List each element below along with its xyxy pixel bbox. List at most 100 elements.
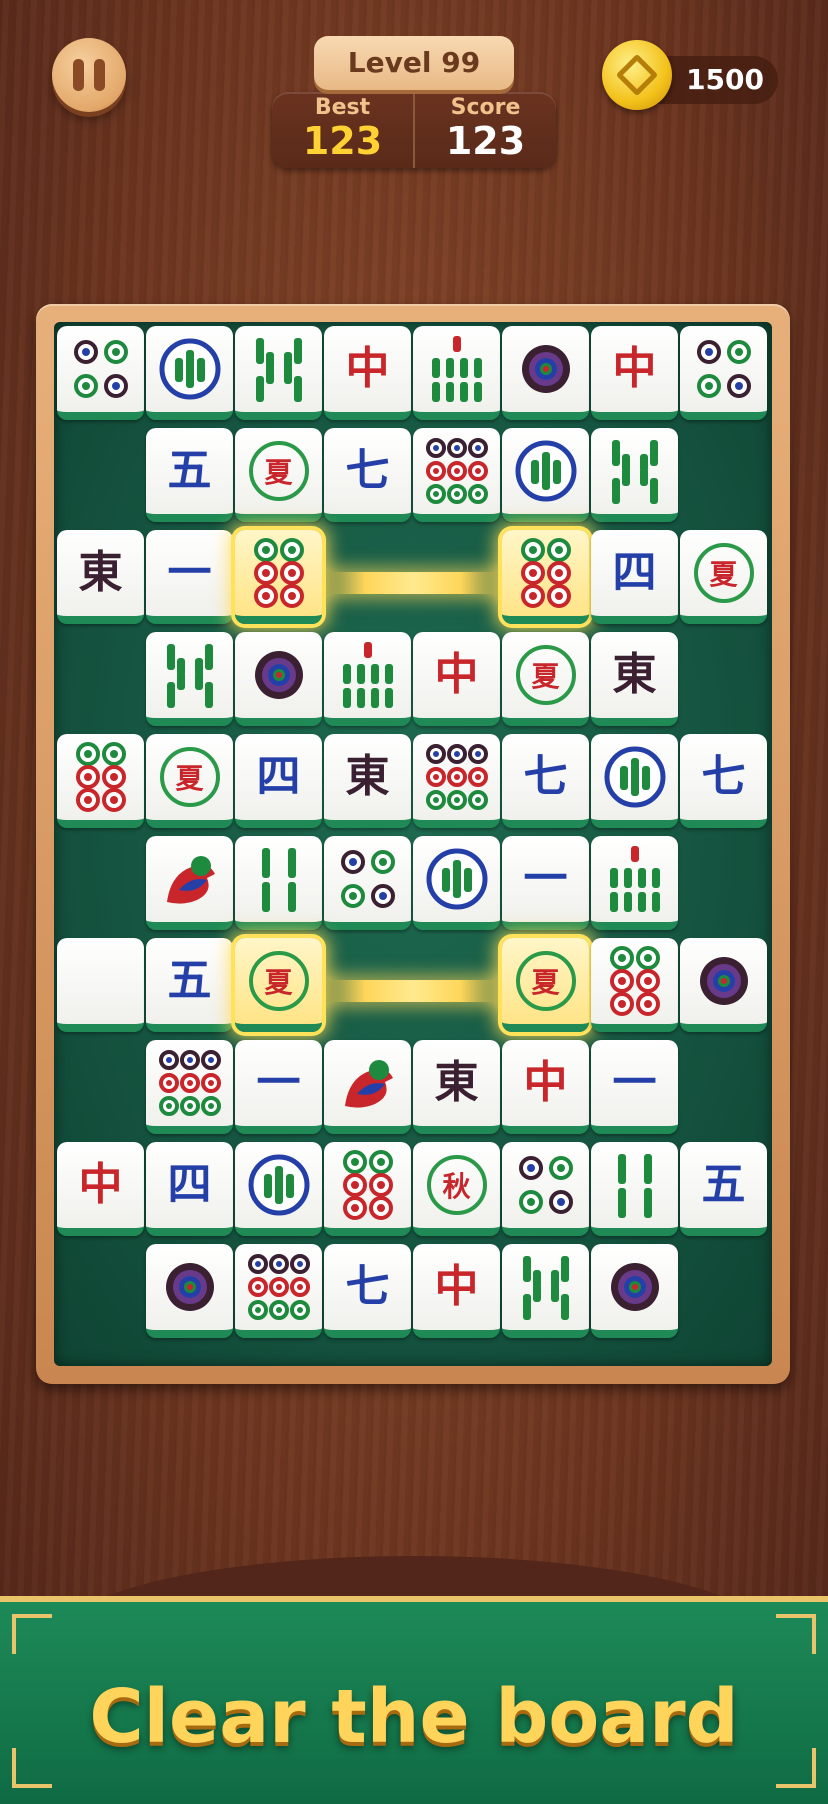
tile-character-7[interactable]: 七 bbox=[324, 1244, 411, 1338]
tile-blank[interactable] bbox=[57, 938, 144, 1032]
bamboo-icon bbox=[609, 846, 660, 912]
tile-red-dragon[interactable]: 中 bbox=[413, 632, 500, 726]
tile-bamboo1[interactable] bbox=[502, 428, 589, 522]
bamboo-icon bbox=[604, 746, 665, 808]
tile-character-1[interactable]: 一 bbox=[591, 1040, 678, 1134]
tile-bamboo4[interactable] bbox=[235, 836, 322, 930]
bamboo-icon bbox=[255, 338, 302, 402]
tile-summer[interactable]: 夏 bbox=[680, 530, 767, 624]
tile-dots1[interactable] bbox=[235, 632, 322, 726]
tile-character-7[interactable]: 七 bbox=[680, 734, 767, 828]
tile-dots9[interactable] bbox=[146, 1040, 233, 1134]
summer-glyph: 夏 bbox=[515, 645, 576, 705]
character-7-glyph: 七 bbox=[523, 751, 568, 802]
match-beam-top bbox=[318, 572, 508, 594]
tile-east-wind[interactable]: 東 bbox=[591, 632, 678, 726]
tile-dots9[interactable] bbox=[235, 1244, 322, 1338]
tile-bamboo6[interactable] bbox=[324, 632, 411, 726]
tile-dots9[interactable] bbox=[413, 428, 500, 522]
tile-bamboo8[interactable] bbox=[502, 1244, 589, 1338]
tile-east-wind[interactable]: 東 bbox=[324, 734, 411, 828]
tile-summer[interactable]: 夏 bbox=[235, 938, 322, 1032]
tile-character-4[interactable]: 四 bbox=[146, 1142, 233, 1236]
tile-dots6[interactable] bbox=[57, 734, 144, 828]
tile-character-1[interactable]: 一 bbox=[502, 836, 589, 930]
character-1-glyph: 一 bbox=[612, 1057, 657, 1108]
tile-character-1[interactable]: 一 bbox=[146, 530, 233, 624]
tile-dots6[interactable] bbox=[324, 1142, 411, 1236]
tile-character-4[interactable]: 四 bbox=[235, 734, 322, 828]
dots-icon bbox=[254, 651, 303, 699]
tile-character-5[interactable]: 五 bbox=[146, 428, 233, 522]
tile-dots1[interactable] bbox=[680, 938, 767, 1032]
tile-bamboo8[interactable] bbox=[146, 632, 233, 726]
tile-dots4[interactable] bbox=[57, 326, 144, 420]
character-1-glyph: 一 bbox=[256, 1057, 301, 1108]
tile-red-dragon[interactable]: 中 bbox=[591, 326, 678, 420]
tile-dots4[interactable] bbox=[680, 326, 767, 420]
tile-bamboo1[interactable] bbox=[146, 326, 233, 420]
dots-icon bbox=[610, 1263, 659, 1311]
tile-character-4[interactable]: 四 bbox=[591, 530, 678, 624]
tile-character-1[interactable]: 一 bbox=[235, 1040, 322, 1134]
tile-bamboo6[interactable] bbox=[591, 836, 678, 930]
current-score: Score 123 bbox=[413, 92, 556, 168]
tile-bamboo1[interactable] bbox=[591, 734, 678, 828]
bamboo-icon bbox=[426, 848, 487, 910]
tile-bamboo1[interactable] bbox=[235, 1142, 322, 1236]
coin-icon bbox=[602, 40, 672, 110]
tile-dots1[interactable] bbox=[146, 1244, 233, 1338]
banner-corner bbox=[776, 1614, 816, 1654]
character-4-glyph: 四 bbox=[167, 1159, 212, 1210]
tile-summer[interactable]: 夏 bbox=[502, 938, 589, 1032]
tile-summer[interactable]: 夏 bbox=[502, 632, 589, 726]
east-wind-glyph: 東 bbox=[612, 649, 657, 700]
character-5-glyph: 五 bbox=[167, 955, 212, 1006]
dots-icon bbox=[609, 946, 660, 1016]
tile-bamboo1[interactable] bbox=[413, 836, 500, 930]
tile-character-7[interactable]: 七 bbox=[324, 428, 411, 522]
dots-icon bbox=[247, 1254, 310, 1320]
tile-summer[interactable]: 夏 bbox=[146, 734, 233, 828]
tile-dots6[interactable] bbox=[235, 530, 322, 624]
pause-icon-bar bbox=[94, 59, 105, 91]
east-wind-glyph: 東 bbox=[345, 751, 390, 802]
east-wind-glyph: 東 bbox=[78, 547, 123, 598]
tile-dots4[interactable] bbox=[324, 836, 411, 930]
bamboo-icon bbox=[159, 338, 220, 400]
tile-bamboo8[interactable] bbox=[235, 326, 322, 420]
tile-dots6[interactable] bbox=[502, 530, 589, 624]
tile-character-5[interactable]: 五 bbox=[680, 1142, 767, 1236]
tile-dots4[interactable] bbox=[502, 1142, 589, 1236]
tile-east-wind[interactable]: 東 bbox=[57, 530, 144, 624]
bamboo-icon bbox=[522, 1256, 569, 1320]
tile-bamboo6[interactable] bbox=[413, 326, 500, 420]
red-dragon-glyph: 中 bbox=[612, 343, 657, 394]
tile-summer[interactable]: 夏 bbox=[235, 428, 322, 522]
tile-east-wind[interactable]: 東 bbox=[413, 1040, 500, 1134]
tile-dots9[interactable] bbox=[413, 734, 500, 828]
pause-button[interactable] bbox=[52, 38, 126, 112]
tile-dots1[interactable] bbox=[591, 1244, 678, 1338]
tile-bamboo8[interactable] bbox=[591, 428, 678, 522]
character-7-glyph: 七 bbox=[701, 751, 746, 802]
tile-bird[interactable] bbox=[146, 836, 233, 930]
pause-icon-bar bbox=[73, 59, 84, 91]
bamboo-icon bbox=[611, 440, 658, 504]
tile-character-5[interactable]: 五 bbox=[146, 938, 233, 1032]
tile-autumn[interactable]: 秋 bbox=[413, 1142, 500, 1236]
score-label: Score bbox=[450, 95, 521, 120]
summer-glyph: 夏 bbox=[159, 747, 220, 807]
summer-glyph: 夏 bbox=[515, 951, 576, 1011]
autumn-glyph: 秋 bbox=[426, 1155, 487, 1215]
tile-character-7[interactable]: 七 bbox=[502, 734, 589, 828]
tile-red-dragon[interactable]: 中 bbox=[324, 326, 411, 420]
tile-red-dragon[interactable]: 中 bbox=[57, 1142, 144, 1236]
tile-red-dragon[interactable]: 中 bbox=[502, 1040, 589, 1134]
tile-red-dragon[interactable]: 中 bbox=[413, 1244, 500, 1338]
tile-dots6[interactable] bbox=[591, 938, 678, 1032]
tile-dots1[interactable] bbox=[502, 326, 589, 420]
tile-bird[interactable] bbox=[324, 1040, 411, 1134]
character-1-glyph: 一 bbox=[523, 853, 568, 904]
tile-bamboo4[interactable] bbox=[591, 1142, 678, 1236]
